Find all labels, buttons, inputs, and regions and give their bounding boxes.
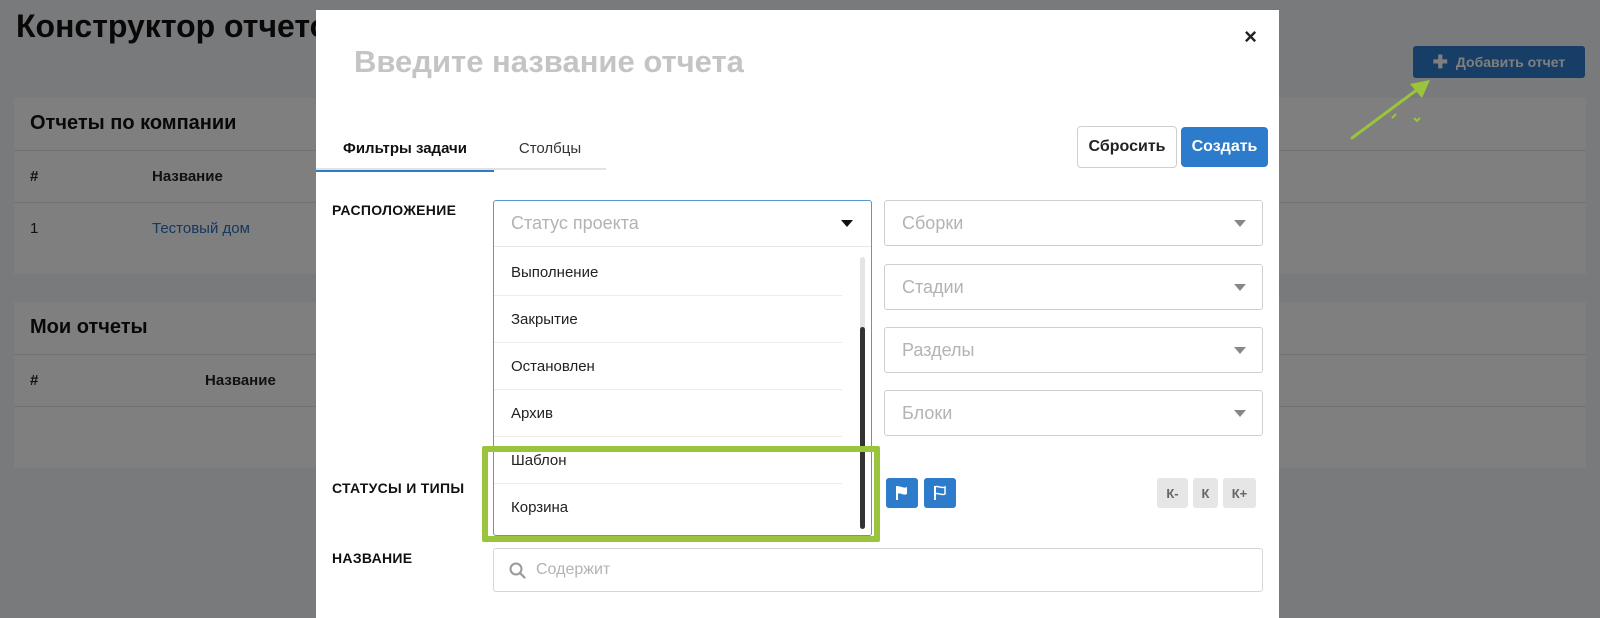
reset-button[interactable]: Сбросить	[1077, 126, 1177, 168]
builds-select[interactable]: Сборки	[884, 200, 1263, 246]
stages-placeholder: Стадии	[902, 276, 964, 297]
k-plus-button[interactable]: К+	[1223, 478, 1256, 508]
project-status-select[interactable]: Статус проекта	[494, 201, 871, 247]
flag-outline-button[interactable]	[924, 478, 956, 508]
project-status-placeholder: Статус проекта	[511, 213, 639, 233]
project-status-options: Выполнение Закрытие Остановлен Архив Шаб…	[494, 249, 850, 531]
option-template[interactable]: Шаблон	[494, 437, 842, 484]
chevron-down-icon	[1234, 220, 1246, 227]
name-label: НАЗВАНИЕ	[332, 550, 413, 566]
report-name-title[interactable]: Введите название отчета	[354, 44, 744, 80]
option-archive[interactable]: Архив	[494, 390, 842, 437]
tab-task-filters[interactable]: Фильтры задачи	[316, 126, 494, 172]
annotation-arrow-icon	[1350, 80, 1430, 140]
chevron-down-icon	[1234, 284, 1246, 291]
flag-outline-icon	[934, 485, 946, 500]
option-stopped[interactable]: Остановлен	[494, 343, 842, 390]
search-input[interactable]	[536, 557, 1236, 583]
sections-select[interactable]: Разделы	[884, 327, 1263, 373]
search-icon	[509, 562, 526, 579]
blocks-select[interactable]: Блоки	[884, 390, 1263, 436]
statuses-types-label: СТАТУСЫ И ТИПЫ	[332, 480, 465, 496]
blocks-placeholder: Блоки	[902, 402, 953, 423]
project-status-dropdown[interactable]: Статус проекта Выполнение Закрытие Остан…	[493, 200, 872, 536]
name-search-field[interactable]	[493, 548, 1263, 592]
option-closing[interactable]: Закрытие	[494, 296, 842, 343]
stages-select[interactable]: Стадии	[884, 264, 1263, 310]
chevron-down-icon	[1234, 410, 1246, 417]
chevron-down-icon	[841, 220, 853, 227]
chevron-down-icon	[1234, 347, 1246, 354]
k-minus-button[interactable]: К-	[1157, 478, 1188, 508]
flag-filled-icon	[896, 486, 907, 500]
close-icon[interactable]: ×	[1244, 24, 1257, 50]
k-button[interactable]: К	[1193, 478, 1218, 508]
option-trash[interactable]: Корзина	[494, 484, 842, 531]
create-report-modal: × Введите название отчета Фильтры задачи…	[316, 10, 1279, 618]
dropdown-scroll-thumb[interactable]	[860, 327, 865, 529]
builds-placeholder: Сборки	[902, 212, 964, 233]
tab-columns[interactable]: Столбцы	[494, 126, 606, 170]
modal-tabs: Фильтры задачи Столбцы	[316, 126, 606, 172]
option-execution[interactable]: Выполнение	[494, 249, 842, 296]
flag-filled-button[interactable]	[886, 478, 918, 508]
create-button[interactable]: Создать	[1181, 127, 1268, 167]
sections-placeholder: Разделы	[902, 339, 975, 360]
location-label: РАСПОЛОЖЕНИЕ	[332, 202, 457, 218]
